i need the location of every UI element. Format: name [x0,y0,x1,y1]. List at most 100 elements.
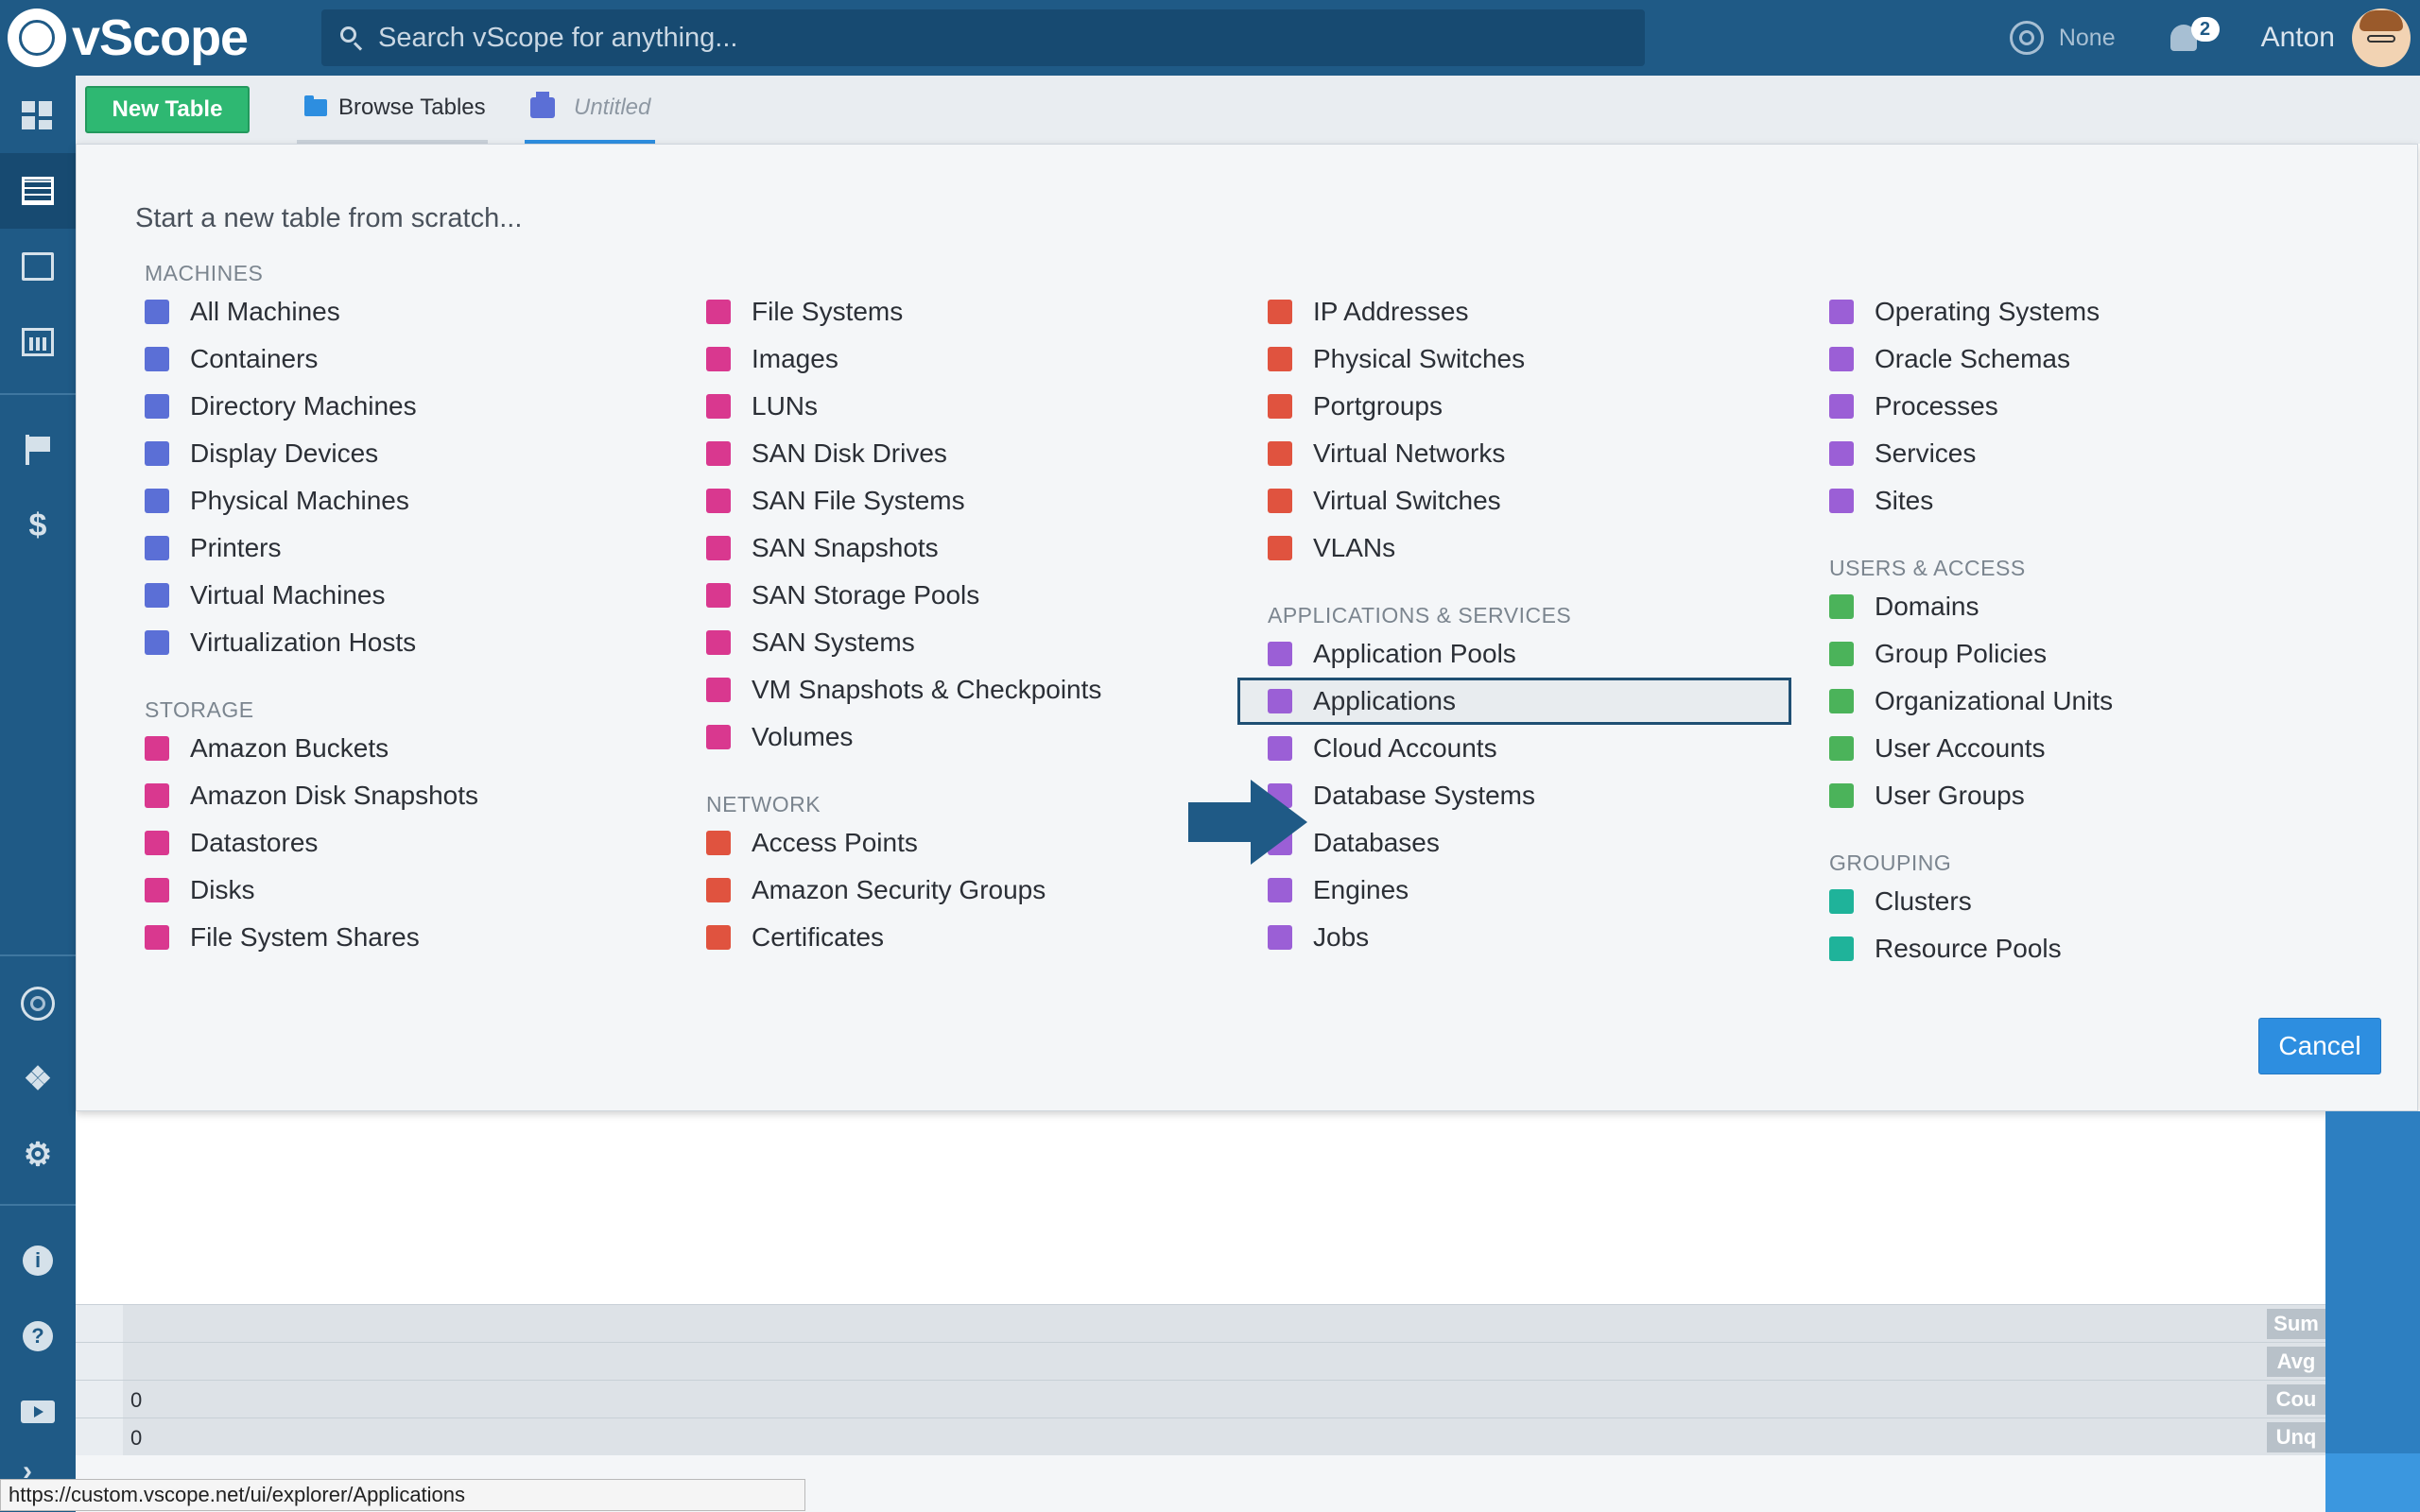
tab-browse-tables[interactable]: Browse Tables [297,76,488,144]
sidebar-item-discovery[interactable]: ❖ [0,1041,76,1117]
table-type-san-disk-drives[interactable]: SAN Disk Drives [697,430,1226,477]
search-input[interactable] [376,21,1609,55]
table-type-disks[interactable]: Disks [135,867,665,914]
table-type-label: Database Systems [1313,781,1535,810]
table-type-san-storage-pools[interactable]: SAN Storage Pools [697,572,1226,619]
table-type-operating-systems[interactable]: Operating Systems [1820,288,2349,335]
sidebar-item-help[interactable]: ? [0,1298,76,1374]
table-type-all-machines[interactable]: All Machines [135,288,665,335]
table-type-domains[interactable]: Domains [1820,583,2349,630]
sidebar-item-flags[interactable] [0,412,76,488]
info-icon: i [23,1246,53,1276]
processes-icon [1829,394,1854,419]
table-type-vlans[interactable]: VLANs [1258,524,1788,572]
table-type-applications[interactable]: Applications [1237,678,1791,725]
user-name[interactable]: Anton [2261,22,2335,54]
table-type-containers[interactable]: Containers [135,335,665,383]
sidebar-item-tables[interactable] [0,153,76,229]
table-type-label: Engines [1313,875,1409,904]
table-type-vm-snapshots-and-checkpoints[interactable]: VM Snapshots & Checkpoints [697,666,1226,713]
tracker-label: None [2058,24,2116,51]
table-type-virtual-networks[interactable]: Virtual Networks [1258,430,1788,477]
table-type-amazon-disk-snapshots[interactable]: Amazon Disk Snapshots [135,772,665,819]
file-systems-icon [706,300,731,324]
table-type-label: Virtual Switches [1313,486,1501,515]
sidebar-item-tracker[interactable] [0,966,76,1041]
table-type-physical-switches[interactable]: Physical Switches [1258,335,1788,383]
section-label [1268,249,1788,288]
table-type-label: Services [1875,438,1977,468]
summary-row: 0 Cou [76,1380,2325,1418]
table-type-virtualization-hosts[interactable]: Virtualization Hosts [135,619,665,666]
avatar[interactable] [2352,9,2411,67]
table-type-user-accounts[interactable]: User Accounts [1820,725,2349,772]
table-type-services[interactable]: Services [1820,430,2349,477]
printers-icon [145,536,169,560]
table-type-access-points[interactable]: Access Points [697,819,1226,867]
dashboard-icon [22,101,54,129]
flag-icon [24,435,52,465]
table-type-processes[interactable]: Processes [1820,383,2349,430]
table-type-display-devices[interactable]: Display Devices [135,430,665,477]
virtual-switches-icon [1268,489,1292,513]
table-type-datastores[interactable]: Datastores [135,819,665,867]
table-type-certificates[interactable]: Certificates [697,914,1226,961]
table-type-san-snapshots[interactable]: SAN Snapshots [697,524,1226,572]
table-type-group-policies[interactable]: Group Policies [1820,630,2349,678]
table-type-databases[interactable]: Databases [1258,819,1788,867]
tab-untitled[interactable]: Untitled [525,76,655,144]
table-type-printers[interactable]: Printers [135,524,665,572]
table-type-oracle-schemas[interactable]: Oracle Schemas [1820,335,2349,383]
table-type-san-file-systems[interactable]: SAN File Systems [697,477,1226,524]
vscope-logo[interactable]: vScope [8,6,249,70]
table-type-engines[interactable]: Engines [1258,867,1788,914]
table-type-sites[interactable]: Sites [1820,477,2349,524]
table-type-file-system-shares[interactable]: File System Shares [135,914,665,961]
table-type-images[interactable]: Images [697,335,1226,383]
table-type-application-pools[interactable]: Application Pools [1258,630,1788,678]
table-type-label: Virtual Networks [1313,438,1506,468]
table-type-directory-machines[interactable]: Directory Machines [135,383,665,430]
sidebar-item-info[interactable]: i [0,1223,76,1298]
table-type-physical-machines[interactable]: Physical Machines [135,477,665,524]
search-bar[interactable] [321,9,1645,66]
table-type-virtual-machines[interactable]: Virtual Machines [135,572,665,619]
table-type-volumes[interactable]: Volumes [697,713,1226,761]
physical-switches-icon [1268,347,1292,371]
table-type-label: User Groups [1875,781,2025,810]
sidebar-item-settings[interactable]: ⚙ [0,1117,76,1193]
table-type-san-systems[interactable]: SAN Systems [697,619,1226,666]
table-type-cloud-accounts[interactable]: Cloud Accounts [1258,725,1788,772]
sidebar-divider [0,393,76,395]
sidebar-item-costs[interactable]: $ [0,488,76,563]
table-type-jobs[interactable]: Jobs [1258,914,1788,961]
cancel-button[interactable]: Cancel [2258,1018,2381,1074]
new-table-button[interactable]: New Table [85,86,250,133]
table-type-luns[interactable]: LUNs [697,383,1226,430]
table-type-resource-pools[interactable]: Resource Pools [1820,925,2349,972]
table-type-organizational-units[interactable]: Organizational Units [1820,678,2349,725]
table-type-file-systems[interactable]: File Systems [697,288,1226,335]
sidebar-item-reports[interactable] [0,229,76,304]
table-type-user-groups[interactable]: User Groups [1820,772,2349,819]
sidebar-item-dashboards[interactable] [0,77,76,153]
table-type-ip-addresses[interactable]: IP Addresses [1258,288,1788,335]
sidebar-item-videos[interactable] [0,1374,76,1450]
sidebar-item-charts[interactable] [0,304,76,380]
table-type-clusters[interactable]: Clusters [1820,878,2349,925]
section-label [706,249,1226,288]
table-type-portgroups[interactable]: Portgroups [1258,383,1788,430]
table-type-amazon-security-groups[interactable]: Amazon Security Groups [697,867,1226,914]
tracker-selector[interactable]: None [2009,21,2116,55]
vlans-icon [1268,536,1292,560]
portgroups-icon [1268,394,1292,419]
table-type-label: Amazon Buckets [190,733,389,763]
table-type-amazon-buckets[interactable]: Amazon Buckets [135,725,665,772]
table-type-label: Application Pools [1313,639,1516,668]
notifications-button[interactable]: 2 [2167,17,2220,59]
table-type-label: Organizational Units [1875,686,2114,715]
table-type-label: SAN Storage Pools [752,580,980,610]
table-type-database-systems[interactable]: Database Systems [1258,772,1788,819]
table-type-virtual-switches[interactable]: Virtual Switches [1258,477,1788,524]
